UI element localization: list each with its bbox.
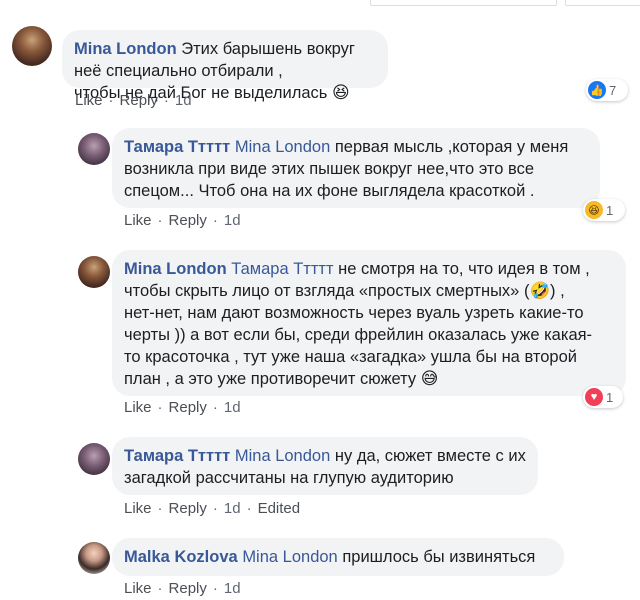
mention-link[interactable]: Mina London: [235, 138, 330, 156]
like-icon: 👍: [588, 81, 606, 99]
comment-text: нет-нет, нам дают возможность через вуал…: [124, 304, 584, 322]
comment-author[interactable]: Тамара Ттттт: [124, 138, 230, 156]
avatar[interactable]: [78, 133, 110, 165]
reply-link[interactable]: Reply: [169, 212, 207, 229]
reply-link[interactable]: Reply: [169, 580, 207, 597]
like-link[interactable]: Like: [124, 399, 152, 416]
comment-actions: Like · Reply · 1d: [124, 580, 241, 597]
comment-text: возникла при виде этих пышек вокруг нее,…: [124, 160, 535, 178]
comment-bubble: Тамара Ттттт Mina London ну да, сюжет вм…: [112, 437, 538, 495]
reaction-count: 7: [609, 82, 617, 98]
comment-text: ну да, сюжет вместе с их: [334, 447, 526, 465]
comment-actions: Like · Reply · 1d: [124, 212, 241, 229]
love-icon: ♥: [585, 388, 603, 406]
comment-time[interactable]: 1d: [224, 399, 241, 416]
like-link[interactable]: Like: [124, 580, 152, 597]
reply-link[interactable]: Reply: [169, 399, 207, 416]
top-input-edge: [370, 0, 557, 6]
avatar[interactable]: [78, 443, 110, 475]
avatar[interactable]: [78, 256, 110, 288]
avatar[interactable]: [12, 26, 52, 66]
reaction-summary[interactable]: 😆 1: [583, 199, 625, 221]
comment-text: план , а это уже противоречит сюжету: [124, 370, 417, 388]
reply-link[interactable]: Reply: [120, 92, 158, 109]
comment-text: чтобы скрыть лицо от взгляда «простых см…: [124, 282, 565, 300]
comment-text: загадкой рассчитаны на глупую аудиторию: [124, 469, 454, 487]
top-button-edge: [565, 0, 640, 6]
like-link[interactable]: Like: [124, 500, 152, 517]
comment-text: первая мысль ,которая у меня: [334, 138, 569, 156]
comment-text: не смотря на то, что идея в том ,: [338, 260, 590, 278]
comment-author[interactable]: Mina London: [74, 40, 177, 58]
reply-link[interactable]: Reply: [169, 500, 207, 517]
comment-text: пришлось бы извиняться: [342, 548, 536, 566]
edited-label[interactable]: Edited: [258, 500, 301, 517]
comment-bubble: Mina London Тамара Ттттт не смотря на то…: [112, 250, 626, 396]
comment-actions: Like · Reply · 1d: [124, 399, 241, 416]
comment-bubble: Тамара Ттттт Mina London первая мысль ,к…: [112, 128, 600, 208]
mention-link[interactable]: Mina London: [242, 548, 337, 566]
grinning-squint-emoji: 😆: [331, 83, 350, 102]
comment-actions: Like · Reply · 1d · Edited: [124, 500, 301, 517]
avatar[interactable]: [78, 542, 110, 574]
comment-author[interactable]: Тамара Ттттт: [124, 447, 230, 465]
like-link[interactable]: Like: [124, 212, 152, 229]
mention-link[interactable]: Тамара Ттттт: [231, 260, 333, 278]
comment-author[interactable]: Malka Kozlova: [124, 548, 238, 566]
reaction-summary[interactable]: ♥ 1: [583, 386, 623, 408]
comment-text: спецом... Чтоб она на их фоне выглядела …: [124, 182, 535, 200]
sweat-smile-emoji: 😅: [420, 369, 439, 388]
comment-bubble: Malka Kozlova Mina London пришлось бы из…: [112, 538, 564, 576]
comment-text: черты )) а вот если бы, среди фрейлин ок…: [124, 326, 593, 344]
mention-link[interactable]: Mina London: [235, 447, 330, 465]
reaction-count: 1: [606, 389, 614, 405]
haha-icon: 😆: [585, 201, 603, 219]
comment-actions: Like · Reply · 1d: [75, 92, 192, 109]
like-link[interactable]: Like: [75, 92, 103, 109]
comment-author[interactable]: Mina London: [124, 260, 227, 278]
comment-time[interactable]: 1d: [224, 580, 241, 597]
reaction-count: 1: [606, 202, 614, 218]
comment-time[interactable]: 1d: [224, 212, 241, 229]
comment-bubble: Mina London Этих барышень вокруг неё спе…: [62, 30, 388, 102]
comment-time[interactable]: 1d: [175, 92, 192, 109]
top-edge: [0, 0, 640, 10]
reaction-summary[interactable]: 👍 7: [586, 79, 628, 101]
comment-time[interactable]: 1d: [224, 500, 241, 517]
comment-text: то красоточка , тут уже наша «загадка» у…: [124, 348, 577, 366]
